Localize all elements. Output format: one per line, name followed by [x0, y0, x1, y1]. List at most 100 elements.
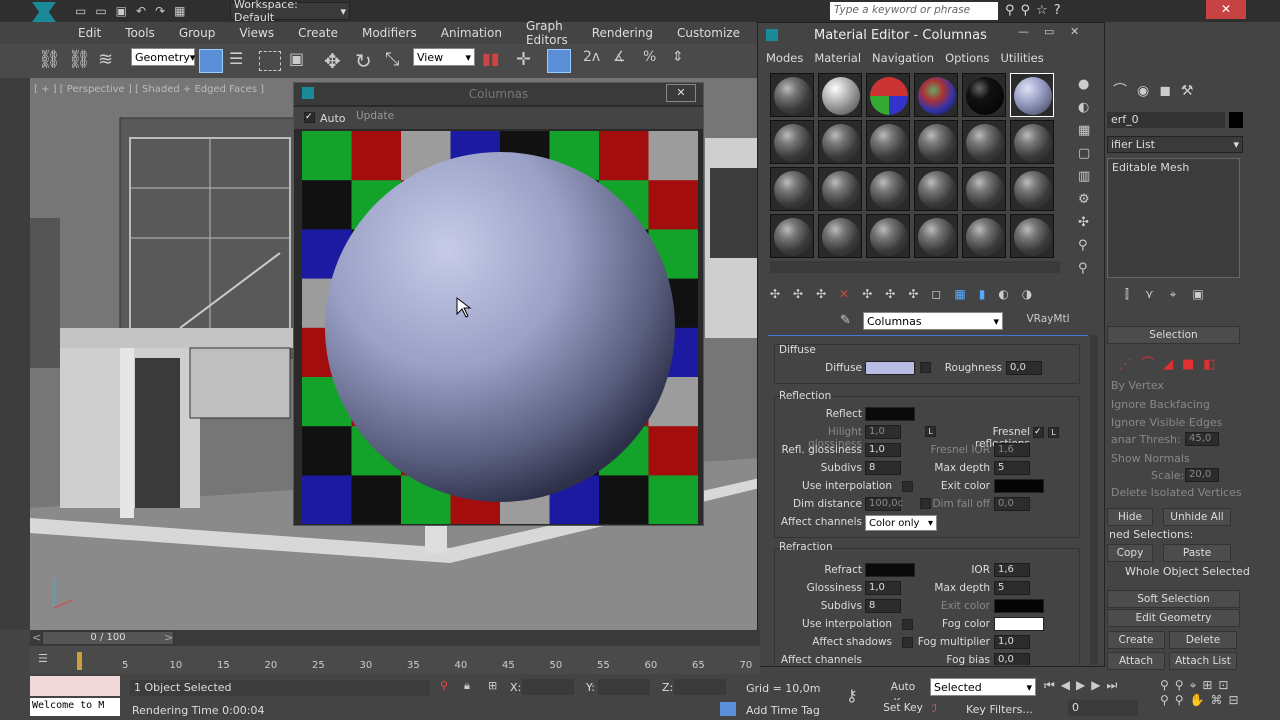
maxscript-listener-mini[interactable] [30, 676, 120, 696]
select-manipulate-icon[interactable]: ✛ [516, 49, 540, 73]
affect-channels-dropdown[interactable]: Color only ▾ [865, 515, 937, 531]
attach-button[interactable]: Attach [1107, 652, 1165, 670]
fog-bias-spinner[interactable]: 0,0 [994, 653, 1030, 665]
dim-distance-spinner[interactable]: 100,0c [865, 497, 903, 511]
search-field[interactable]: Type a keyword or phrase [830, 2, 998, 20]
material-slot[interactable] [1010, 214, 1054, 258]
material-slot[interactable] [818, 120, 862, 164]
fresnel-lock-button[interactable]: L [1048, 427, 1059, 438]
key-mode-icon[interactable]: ℐ [932, 702, 937, 715]
material-slot[interactable] [866, 73, 910, 117]
material-editor-window[interactable]: Material Editor - Columnas — ▭ ✕ Modes Ma… [757, 22, 1105, 667]
material-slot[interactable] [770, 73, 814, 117]
fog-multiplier-spinner[interactable]: 1,0 [994, 635, 1030, 649]
unlink-icon[interactable]: ⛓ [68, 49, 92, 73]
show-normals-check[interactable]: Show Normals [1111, 452, 1190, 465]
refr-gloss-spinner[interactable]: 1,0 [865, 581, 901, 595]
scale-icon[interactable]: ⤡ [385, 49, 409, 73]
material-slot[interactable] [818, 167, 862, 211]
frame-field[interactable]: 0 [1068, 700, 1138, 716]
auto-checkbox[interactable]: ✓ [304, 112, 315, 123]
z-field[interactable] [674, 679, 726, 695]
params-scrollbar[interactable] [1090, 335, 1098, 665]
time-slider-next[interactable]: > [164, 631, 173, 644]
copy-button[interactable]: Copy [1107, 544, 1153, 562]
menu-item[interactable]: Views [227, 26, 286, 40]
object-color-swatch[interactable] [1229, 112, 1243, 128]
edit-geometry-rollout[interactable]: Edit Geometry [1107, 609, 1240, 627]
material-slot[interactable] [914, 120, 958, 164]
snap-toggle-icon[interactable]: 2ᴧ [583, 49, 607, 73]
update-button[interactable]: Update [356, 110, 396, 122]
reflect-color-swatch[interactable] [865, 407, 915, 421]
selected-set-dropdown[interactable]: Selected ▾ [930, 678, 1036, 696]
refl-max-depth-spinner[interactable]: 5 [994, 461, 1030, 475]
menu-item[interactable]: Customize [665, 26, 752, 40]
soft-selection-rollout[interactable]: Soft Selection [1107, 590, 1240, 608]
me-close-icon[interactable]: ✕ [1070, 25, 1079, 38]
menu-item[interactable]: Create [286, 26, 350, 40]
x-field[interactable] [522, 679, 574, 695]
material-slot[interactable] [962, 214, 1006, 258]
material-slot[interactable] [866, 120, 910, 164]
track-bar[interactable]: ☰ 5 10 15 20 25 30 35 40 45 50 55 60 65 70 [30, 646, 760, 674]
auto-key-button[interactable]: Auto Key [880, 679, 926, 709]
material-type-button[interactable]: VRayMtl [1013, 313, 1083, 330]
percent-snap-icon[interactable]: % [643, 49, 667, 73]
material-slot[interactable] [962, 120, 1006, 164]
hilight-lock-button[interactable]: L [925, 426, 936, 437]
refl-exit-color-swatch[interactable] [994, 479, 1044, 493]
stack-tools[interactable]: ⫿⋎⌖▣ [1125, 287, 1265, 302]
me-menu-item[interactable]: Modes [766, 51, 803, 67]
delete-isolated-check[interactable]: Delete Isolated Vertices [1111, 486, 1242, 499]
time-slider-prev[interactable]: < [32, 631, 41, 644]
reference-coord-dropdown[interactable]: View ▾ [413, 48, 475, 66]
rotate-icon[interactable]: ↻ [355, 49, 379, 73]
material-slot[interactable] [962, 73, 1006, 117]
max-logo-icon[interactable] [32, 2, 56, 22]
scale-spinner[interactable]: 20,0 [1185, 468, 1219, 482]
material-slot[interactable] [914, 73, 958, 117]
refract-color-swatch[interactable] [865, 563, 915, 577]
preview-title-bar[interactable]: Columnas ✕ [294, 83, 703, 105]
menu-item[interactable]: Graph Editors [514, 19, 580, 47]
delete-button[interactable]: Delete [1169, 631, 1237, 649]
add-time-tag[interactable]: Add Time Tag [746, 704, 820, 717]
viewport-nav-controls[interactable]: ⚲⚲⌖⊞⊡ ⚲⚲✋⌘⊟ [1160, 678, 1275, 707]
ior-spinner[interactable]: 1,6 [994, 563, 1030, 577]
menu-item[interactable]: Modifiers [350, 26, 429, 40]
attach-list-button[interactable]: Attach List [1169, 652, 1237, 670]
material-slot[interactable] [962, 167, 1006, 211]
create-button[interactable]: Create [1107, 631, 1165, 649]
infocenter-icons[interactable]: ⚲⚲☆? [1005, 3, 1120, 19]
menu-item[interactable]: Tools [113, 26, 167, 40]
preview-close-icon[interactable]: ✕ [666, 84, 696, 102]
me-menu-item[interactable]: Utilities [1000, 51, 1043, 67]
fresnel-ior-spinner[interactable]: 1,6 [994, 443, 1030, 457]
key-filters-button[interactable]: Key Filters... [966, 703, 1033, 716]
hide-button[interactable]: Hide [1107, 508, 1153, 526]
diffuse-map-button[interactable] [920, 362, 931, 373]
fresnel-checkbox[interactable]: ✓ [1033, 427, 1044, 438]
isolate-icon[interactable]: ⚲ [440, 679, 448, 692]
by-vertex-check[interactable]: By Vertex [1111, 379, 1164, 392]
rect-selection-icon[interactable] [259, 51, 281, 71]
menu-item[interactable]: Group [167, 26, 228, 40]
viewport-label[interactable]: [ + ] [ Perspective ] [ Shaded + Edged F… [34, 84, 264, 95]
quick-access-icons[interactable]: ▭▭▣↶↷▦ [75, 4, 225, 18]
playback-controls[interactable]: ⏮◀▶▶⏭ [1044, 678, 1164, 693]
unhide-all-button[interactable]: Unhide All [1163, 508, 1231, 526]
time-tag-icon[interactable] [720, 702, 736, 716]
material-slot[interactable] [914, 214, 958, 258]
me-minimize-icon[interactable]: — [1018, 25, 1029, 38]
material-slot[interactable] [770, 120, 814, 164]
time-slider-thumb[interactable]: 0 / 100 [42, 631, 174, 645]
refr-interp-checkbox[interactable] [902, 619, 913, 630]
material-slot[interactable] [1010, 120, 1054, 164]
workspace-dropdown[interactable]: Workspace: Default ▾ [230, 0, 350, 24]
stack-item[interactable]: Editable Mesh [1108, 159, 1239, 176]
move-icon[interactable]: ✥ [324, 49, 348, 73]
menu-item[interactable]: Rendering [580, 26, 665, 40]
material-slot[interactable] [866, 167, 910, 211]
paste-button[interactable]: Paste [1163, 544, 1231, 562]
